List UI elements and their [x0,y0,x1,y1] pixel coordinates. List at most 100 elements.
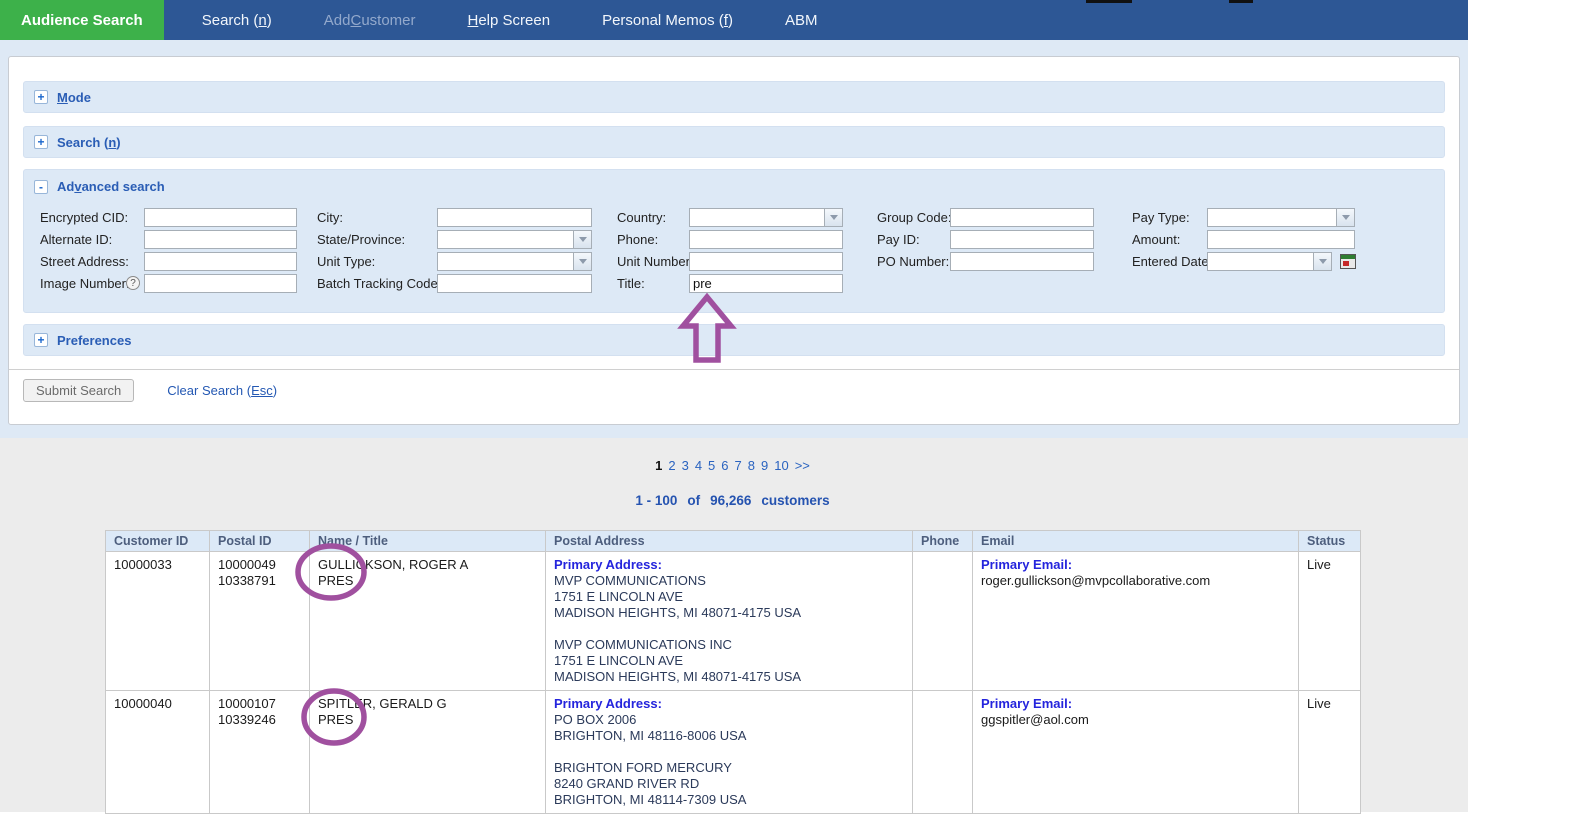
customer-name: GULLICKSON, ROGER A [318,557,537,573]
section-search-label[interactable]: Search (n) [57,135,121,150]
address-line: PO BOX 2006 [554,712,904,728]
dropdown-arrow-icon[interactable] [573,253,591,270]
field-unit-type[interactable] [437,252,592,271]
nav-item-help-screen[interactable]: Help Screen [442,0,577,40]
page-link-3[interactable]: 3 [682,458,689,473]
expand-icon[interactable]: + [34,90,48,104]
field-label-unit-number: Unit Number: [617,252,694,271]
nav-item-abm[interactable]: ABM [759,0,844,40]
expand-icon[interactable]: + [34,135,48,149]
address-line [554,744,904,760]
top-navigation-bar: Audience Search Search (n)Add CustomerHe… [0,0,1468,40]
field-alternate-id[interactable] [144,230,297,249]
customer-name: SPITLER, GERALD G [318,696,537,712]
primary-address-label: Primary Address: [554,557,904,573]
result-count: 1 - 100of96,266customers [105,493,1360,508]
field-city[interactable] [437,208,592,227]
field-input-country[interactable] [690,209,824,226]
field-input-encrypted-cid[interactable] [145,209,296,226]
field-state-province[interactable] [437,230,592,249]
page-current: 1 [655,458,662,473]
field-input-unit-number[interactable] [690,253,842,270]
field-label-amount: Amount: [1132,230,1180,249]
address-line: 8240 GRAND RIVER RD [554,776,904,792]
cell-name-title: GULLICKSON, ROGER APRES [310,552,546,691]
field-label-state-province: State/Province: [317,230,405,249]
field-input-group-code[interactable] [951,209,1093,226]
clear-search-link[interactable]: Clear Search (Esc) [167,383,277,398]
field-amount[interactable] [1207,230,1355,249]
cell-postal-address: Primary Address:PO BOX 2006BRIGHTON, MI … [546,691,913,814]
customer-title: PRES [318,573,537,589]
field-phone[interactable] [689,230,843,249]
cell-email: Primary Email:ggspitler@aol.com [973,691,1299,814]
dropdown-arrow-icon[interactable] [573,231,591,248]
field-po-number[interactable] [950,252,1094,271]
field-input-pay-type[interactable] [1208,209,1336,226]
field-unit-number[interactable] [689,252,843,271]
nav-item-personal-memos[interactable]: Personal Memos (f) [576,0,759,40]
field-input-city[interactable] [438,209,591,226]
page-link-4[interactable]: 4 [695,458,702,473]
collapse-icon[interactable]: - [34,180,48,194]
field-input-image-number[interactable] [145,275,296,292]
cell-postal-id: 1000004910338791 [210,552,310,691]
address-line: BRIGHTON FORD MERCURY [554,760,904,776]
field-group-code[interactable] [950,208,1094,227]
field-input-po-number[interactable] [951,253,1093,270]
primary-email-label: Primary Email: [981,696,1290,712]
field-image-number[interactable] [144,274,297,293]
tab-audience-search[interactable]: Audience Search [0,0,164,40]
field-pay-id[interactable] [950,230,1094,249]
field-input-pay-id[interactable] [951,231,1093,248]
field-input-title[interactable] [690,275,842,292]
field-label-city: City: [317,208,343,227]
expand-icon[interactable]: + [34,333,48,347]
dropdown-arrow-icon[interactable] [824,209,842,226]
field-pay-type[interactable] [1207,208,1355,227]
field-encrypted-cid[interactable] [144,208,297,227]
field-input-batch-tracking-code[interactable] [438,275,591,292]
cell-customer-id: 10000033 [106,552,210,691]
nav-item-search[interactable]: Search (n) [176,0,298,40]
section-mode[interactable]: + Mode [23,81,1445,113]
calendar-icon[interactable] [1340,254,1356,269]
field-input-amount[interactable] [1208,231,1354,248]
address-line: BRIGHTON, MI 48116-8006 USA [554,728,904,744]
page-link-10[interactable]: 10 [774,458,788,473]
field-label-unit-type: Unit Type: [317,252,375,271]
page-link-6[interactable]: 6 [721,458,728,473]
active-tab-label: Audience Search [21,12,143,29]
section-preferences[interactable]: + Preferences [23,324,1445,356]
field-input-state-province[interactable] [438,231,573,248]
field-batch-tracking-code[interactable] [437,274,592,293]
col-header-name-title: Name / Title [310,531,546,552]
page-link-9[interactable]: 9 [761,458,768,473]
field-input-unit-type[interactable] [438,253,573,270]
col-header-postal-id: Postal ID [210,531,310,552]
field-country[interactable] [689,208,843,227]
dropdown-arrow-icon[interactable] [1313,253,1331,270]
page-link-2[interactable]: 2 [668,458,675,473]
field-input-phone[interactable] [690,231,842,248]
field-input-entered-date[interactable] [1208,253,1313,270]
section-mode-label[interactable]: Mode [57,90,91,105]
field-input-alternate-id[interactable] [145,231,296,248]
dropdown-arrow-icon[interactable] [1336,209,1354,226]
submit-search-button[interactable]: Submit Search [23,379,134,402]
field-label-street-address: Street Address: [40,252,129,271]
field-title[interactable] [689,274,843,293]
field-street-address[interactable] [144,252,297,271]
page-next-link[interactable]: >> [795,458,810,473]
help-icon[interactable]: ? [126,276,140,290]
page-link-8[interactable]: 8 [748,458,755,473]
page-link-7[interactable]: 7 [735,458,742,473]
page-link-5[interactable]: 5 [708,458,715,473]
field-entered-date[interactable] [1207,252,1332,271]
section-preferences-label[interactable]: Preferences [57,333,131,348]
nav-item-add-customer[interactable]: Add Customer [298,0,442,40]
field-input-street-address[interactable] [145,253,296,270]
section-search[interactable]: + Search (n) [23,126,1445,158]
postal-id-line: 10338791 [218,573,301,589]
section-advanced-label[interactable]: Advanced search [57,179,165,194]
